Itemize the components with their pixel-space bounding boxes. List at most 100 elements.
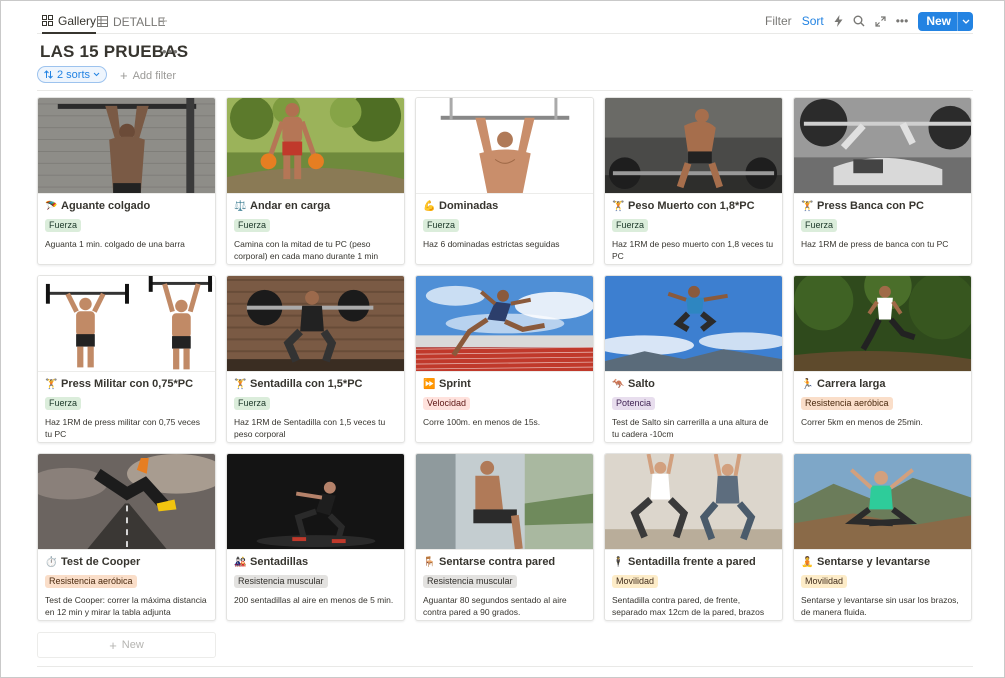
tab-detalle[interactable]: DETALLE bbox=[97, 9, 165, 34]
category-tag: Fuerza bbox=[612, 219, 649, 232]
card-cover-image bbox=[38, 454, 215, 550]
card-cover-image bbox=[416, 454, 593, 550]
divider bbox=[37, 90, 973, 91]
card-title-text: Sentarse y levantarse bbox=[817, 556, 931, 568]
gallery-card[interactable]: 💪 Dominadas Fuerza Haz 6 dominadas estricta… bbox=[415, 97, 594, 265]
category-tag: Fuerza bbox=[45, 397, 82, 410]
card-emoji-icon: ⚖️ bbox=[234, 200, 247, 212]
card-description: Haz 1RM de Sentadilla con 1,5 veces tu p… bbox=[234, 417, 386, 439]
filter-button[interactable]: Filter bbox=[765, 14, 792, 28]
gallery-card[interactable]: 🎎 Sentadillas Resistencia muscular 200 sent… bbox=[226, 453, 405, 621]
card-emoji-icon: 🦘 bbox=[612, 378, 625, 390]
card-title: 🏃 Carrera larga bbox=[801, 377, 964, 391]
card-emoji-icon: 🏃 bbox=[801, 378, 814, 390]
card-emoji-icon: 🏋 bbox=[45, 378, 58, 390]
card-cover-image bbox=[416, 276, 593, 372]
category-tag: Movilidad bbox=[801, 575, 848, 588]
card-title: 🏋 Sentadilla con 1,5*PC bbox=[234, 377, 397, 391]
card-cover-image bbox=[605, 454, 782, 550]
add-view-button[interactable]: + bbox=[159, 9, 168, 34]
card-emoji-icon: 🪂 bbox=[45, 200, 58, 212]
card-description: Sentadilla contra pared, de frente, sepa… bbox=[612, 595, 765, 620]
card-description: Test de Cooper: correr la máxima distanc… bbox=[45, 595, 207, 617]
card-emoji-icon: 🪑 bbox=[423, 556, 436, 568]
card-cover-image bbox=[416, 98, 593, 194]
gallery-card[interactable]: 🪂 Aguante colgado Fuerza Aguanta 1 min. col… bbox=[37, 97, 216, 265]
plus-icon: + bbox=[120, 68, 128, 83]
card-cover-image bbox=[794, 98, 971, 194]
card-title: 🪑 Sentarse contra pared bbox=[423, 555, 586, 569]
gallery-card[interactable]: 🦘 Salto Potencia Test de Salto sin carreril… bbox=[604, 275, 783, 443]
card-cover-image bbox=[38, 276, 215, 372]
search-icon[interactable] bbox=[853, 15, 865, 27]
gallery-card[interactable]: 🧘 Sentarse y levantarse Movilidad Sentarse … bbox=[793, 453, 972, 621]
gallery-card[interactable]: 🏃 Carrera larga Resistencia aeróbica Correr… bbox=[793, 275, 972, 443]
add-filter-button[interactable]: + Add filter bbox=[120, 68, 176, 83]
tab-gallery[interactable]: Gallery bbox=[42, 9, 97, 34]
gallery-card[interactable]: ⏱️ Test de Cooper Resistencia aeróbica Test… bbox=[37, 453, 216, 621]
gallery-card[interactable]: 🏋 Press Militar con 0,75*PC Fuerza Haz 1RM … bbox=[37, 275, 216, 443]
card-title-text: Peso Muerto con 1,8*PC bbox=[628, 200, 755, 212]
expand-icon[interactable] bbox=[875, 15, 886, 27]
card-title-text: Andar en carga bbox=[250, 200, 331, 212]
card-emoji-icon: ⏱️ bbox=[45, 556, 58, 568]
card-title-text: Sentarse contra pared bbox=[439, 556, 556, 568]
new-button[interactable]: New bbox=[918, 11, 973, 31]
view-toolbar: Filter Sort ••• New bbox=[755, 11, 973, 31]
card-title-text: Press Militar con 0,75*PC bbox=[61, 378, 194, 390]
category-tag: Resistencia muscular bbox=[423, 575, 517, 588]
divider bbox=[37, 666, 973, 667]
card-description: 200 sentadillas al aire en menos de 5 mi… bbox=[234, 595, 394, 605]
gallery-card[interactable]: ⏩ Sprint Velocidad Corre 100m. en menos de … bbox=[415, 275, 594, 443]
chevron-down-icon[interactable] bbox=[957, 11, 973, 31]
category-tag: Movilidad bbox=[612, 575, 659, 588]
more-options-icon[interactable]: ••• bbox=[896, 14, 909, 28]
gallery-card[interactable]: ⚖️ Andar en carga Fuerza Camina con la mita… bbox=[226, 97, 405, 265]
sort-button[interactable]: Sort bbox=[802, 14, 824, 28]
table-icon bbox=[97, 16, 108, 27]
category-tag: Potencia bbox=[612, 397, 656, 410]
card-description: Haz 1RM de press militar con 0,75 veces … bbox=[45, 417, 200, 439]
card-title: 🏋 Press Banca con PC bbox=[801, 199, 964, 213]
card-title-text: Carrera larga bbox=[817, 378, 886, 390]
card-emoji-icon: 🕴 bbox=[612, 556, 625, 568]
card-description: Camina con la mitad de tu PC (peso corpo… bbox=[234, 239, 379, 261]
card-cover-image bbox=[605, 276, 782, 372]
gallery-card[interactable]: 🪑 Sentarse contra pared Resistencia muscul… bbox=[415, 453, 594, 621]
gallery-card[interactable]: 🕴 Sentadilla frente a pared Movilidad Senta… bbox=[604, 453, 783, 621]
plus-icon: + bbox=[159, 13, 168, 30]
card-title: 🕴 Sentadilla frente a pared bbox=[612, 555, 775, 569]
card-cover-image bbox=[794, 454, 971, 550]
card-emoji-icon: ⏩ bbox=[423, 378, 436, 390]
card-description: Corre 100m. en menos de 15s. bbox=[423, 417, 541, 427]
card-description: Haz 1RM de press de banca con tu PC bbox=[801, 239, 949, 249]
card-title: ⏩ Sprint bbox=[423, 377, 586, 391]
tab-gallery-label: Gallery bbox=[58, 13, 97, 28]
gallery-card[interactable]: 🏋 Press Banca con PC Fuerza Haz 1RM de pres… bbox=[793, 97, 972, 265]
card-title-text: Press Banca con PC bbox=[817, 200, 924, 212]
new-card-button[interactable]: + New bbox=[37, 632, 216, 658]
view-tabs-bar: Gallery DETALLE + Filter Sort ••• New bbox=[37, 9, 973, 34]
sorts-label: 2 sorts bbox=[57, 68, 91, 81]
card-emoji-icon: 💪 bbox=[423, 200, 436, 212]
card-cover-image bbox=[605, 98, 782, 194]
card-emoji-icon: 🧘 bbox=[801, 556, 814, 568]
automation-lightning-icon[interactable] bbox=[834, 15, 843, 27]
card-title-text: Salto bbox=[628, 378, 655, 390]
new-card-label: New bbox=[121, 639, 144, 651]
sorts-pill[interactable]: 2 sorts bbox=[37, 66, 108, 83]
gallery-card[interactable]: 🏋 Peso Muerto con 1,8*PC Fuerza Haz 1RM de … bbox=[604, 97, 783, 265]
sort-arrows-icon bbox=[44, 70, 53, 79]
card-description: Sentarse y levantarse sin usar los brazo… bbox=[801, 595, 959, 617]
card-title: 🪂 Aguante colgado bbox=[45, 199, 208, 213]
gallery-card[interactable]: 🏋 Sentadilla con 1,5*PC Fuerza Haz 1RM de S… bbox=[226, 275, 405, 443]
card-emoji-icon: 🏋 bbox=[612, 200, 625, 212]
add-filter-label: Add filter bbox=[132, 69, 177, 82]
card-title-text: Test de Cooper bbox=[61, 556, 141, 568]
title-more-icon[interactable]: ••• bbox=[162, 44, 179, 59]
card-title-text: Sprint bbox=[439, 378, 471, 390]
card-description: Haz 1RM de peso muerto con 1,8 veces tu … bbox=[612, 239, 774, 261]
card-title: 🦘 Salto bbox=[612, 377, 775, 391]
card-title: 🏋 Peso Muerto con 1,8*PC bbox=[612, 199, 775, 213]
card-description: Haz 6 dominadas estrictas seguidas bbox=[423, 239, 560, 249]
